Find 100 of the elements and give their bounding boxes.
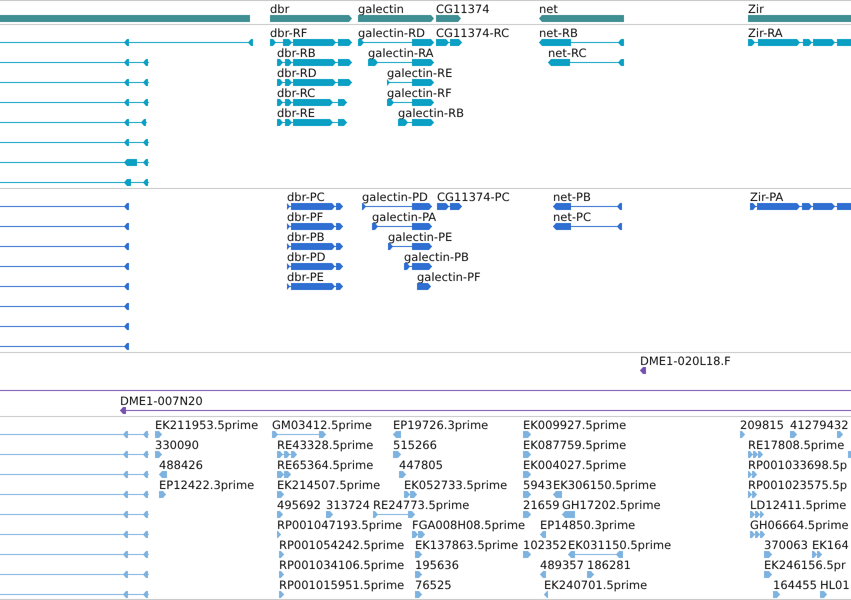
est-glyph[interactable]	[0, 511, 149, 518]
protein-glyph[interactable]	[287, 283, 343, 290]
est-glyph[interactable]	[415, 591, 422, 598]
transcript-glyph[interactable]	[548, 59, 624, 66]
transcript-glyph[interactable]	[277, 59, 352, 66]
transcript-glyph[interactable]	[277, 99, 347, 106]
protein-glyph[interactable]	[417, 283, 431, 290]
est-glyph[interactable]	[0, 471, 149, 478]
transcript-glyph[interactable]	[398, 119, 434, 126]
est-glyph[interactable]	[373, 511, 415, 518]
est-glyph[interactable]	[540, 531, 546, 538]
transcript-glyph[interactable]	[0, 159, 149, 166]
transcript-glyph[interactable]	[0, 99, 149, 106]
transcript-glyph[interactable]	[0, 119, 147, 126]
est-glyph[interactable]	[764, 571, 772, 578]
protein-glyph[interactable]	[0, 263, 129, 270]
protein-glyph[interactable]	[404, 263, 432, 270]
clone-glyph[interactable]	[640, 367, 646, 374]
protein-glyph[interactable]	[0, 283, 129, 290]
est-glyph[interactable]	[277, 451, 297, 458]
est-glyph[interactable]	[0, 551, 149, 558]
transcript-glyph[interactable]	[748, 39, 851, 46]
est-glyph[interactable]	[587, 571, 594, 578]
est-glyph[interactable]	[820, 591, 827, 598]
est-glyph[interactable]	[412, 531, 425, 538]
protein-glyph[interactable]	[372, 223, 432, 230]
est-glyph[interactable]	[326, 511, 333, 518]
transcript-glyph[interactable]	[539, 39, 624, 46]
transcript-glyph[interactable]	[368, 59, 434, 66]
transcript-glyph[interactable]	[0, 79, 149, 86]
transcript-glyph[interactable]	[0, 39, 253, 46]
est-glyph[interactable]	[0, 431, 149, 438]
est-glyph[interactable]	[159, 491, 166, 498]
transcript-glyph[interactable]	[277, 79, 352, 86]
est-glyph[interactable]	[748, 491, 757, 498]
transcript-glyph[interactable]	[436, 39, 462, 46]
protein-glyph[interactable]	[553, 203, 622, 210]
est-glyph[interactable]	[415, 571, 422, 578]
est-glyph[interactable]	[540, 571, 546, 578]
est-glyph[interactable]	[0, 531, 149, 538]
protein-glyph[interactable]	[287, 263, 343, 270]
est-glyph[interactable]	[415, 551, 422, 558]
transcript-glyph[interactable]	[277, 119, 347, 126]
protein-glyph[interactable]	[750, 203, 851, 210]
est-glyph[interactable]	[523, 491, 531, 498]
protein-glyph[interactable]	[0, 343, 129, 350]
gene-bar[interactable]	[358, 15, 434, 22]
protein-glyph[interactable]	[388, 243, 432, 250]
est-glyph[interactable]	[0, 491, 149, 498]
est-glyph[interactable]	[740, 431, 745, 438]
protein-glyph[interactable]	[0, 203, 129, 210]
transcript-glyph[interactable]	[270, 39, 352, 46]
transcript-glyph[interactable]	[0, 59, 149, 66]
est-glyph[interactable]	[279, 571, 284, 578]
protein-glyph[interactable]	[287, 243, 343, 250]
est-glyph[interactable]	[553, 491, 562, 498]
clone-glyph[interactable]	[120, 407, 851, 414]
est-glyph[interactable]	[523, 551, 531, 558]
est-glyph[interactable]	[399, 471, 406, 478]
est-glyph[interactable]	[748, 451, 763, 458]
est-glyph[interactable]	[277, 511, 283, 518]
transcript-glyph[interactable]	[387, 79, 434, 86]
est-glyph[interactable]	[155, 431, 162, 438]
est-glyph[interactable]	[404, 491, 417, 498]
est-glyph[interactable]	[0, 591, 149, 598]
protein-glyph[interactable]	[0, 303, 129, 310]
est-glyph[interactable]	[790, 431, 797, 438]
gene-bar[interactable]	[436, 15, 461, 22]
est-glyph[interactable]	[277, 471, 291, 478]
transcript-glyph[interactable]	[358, 39, 434, 46]
transcript-glyph[interactable]	[0, 179, 149, 186]
est-glyph[interactable]	[523, 511, 531, 518]
est-glyph[interactable]	[523, 471, 531, 478]
transcript-glyph[interactable]	[387, 99, 434, 106]
est-glyph[interactable]	[0, 451, 149, 458]
protein-glyph[interactable]	[437, 203, 462, 210]
est-glyph[interactable]	[523, 431, 531, 438]
est-glyph[interactable]	[568, 551, 623, 558]
est-glyph[interactable]	[748, 471, 757, 478]
est-glyph[interactable]	[562, 511, 575, 518]
est-glyph[interactable]	[764, 551, 772, 558]
est-glyph[interactable]	[272, 431, 326, 438]
est-glyph[interactable]	[773, 591, 780, 598]
transcript-glyph[interactable]	[0, 139, 149, 146]
est-glyph[interactable]	[279, 551, 284, 558]
est-glyph[interactable]	[837, 431, 843, 438]
est-glyph[interactable]	[277, 491, 284, 498]
est-glyph[interactable]	[393, 431, 401, 438]
protein-glyph[interactable]	[0, 223, 129, 230]
protein-glyph[interactable]	[0, 323, 129, 330]
protein-glyph[interactable]	[0, 243, 129, 250]
est-glyph[interactable]	[279, 591, 284, 598]
est-glyph[interactable]	[812, 551, 822, 558]
protein-glyph[interactable]	[553, 223, 622, 230]
est-glyph[interactable]	[277, 531, 281, 538]
est-glyph[interactable]	[750, 511, 764, 518]
est-glyph[interactable]	[544, 591, 548, 598]
est-glyph[interactable]	[523, 451, 531, 458]
protein-glyph[interactable]	[287, 223, 343, 230]
est-glyph[interactable]	[155, 451, 162, 458]
